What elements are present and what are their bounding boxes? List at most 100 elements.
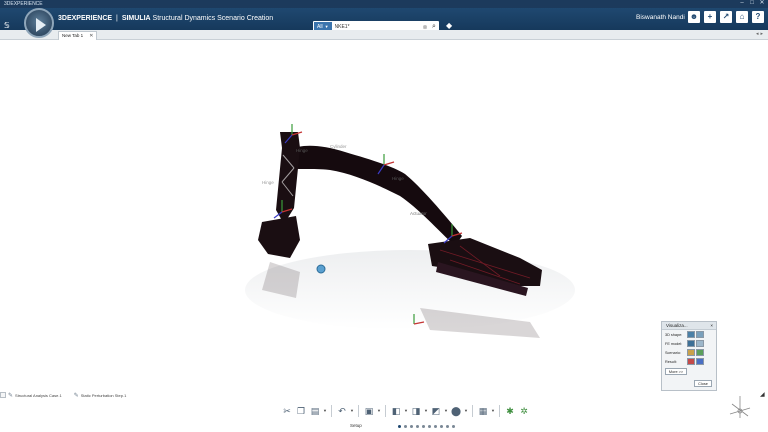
vis-row-scenario: Scenario: xyxy=(662,348,716,357)
action-bar: ✂ ❐ ▤ ▼ ↶ ▼ ▣ ▼ ◧ ▼ ◨ ▼ ◩ ▼ ⬤ ▼ ▦ ▼ ✱ ✲ xyxy=(281,403,530,418)
section-dot[interactable] xyxy=(410,425,413,428)
toolbar-divider xyxy=(385,404,386,417)
product-name: SIMULIA xyxy=(121,15,151,22)
label-cylinder: Cylinder xyxy=(330,144,347,149)
user-name[interactable]: Biswanath Nandi xyxy=(636,8,685,28)
app-window: 3DEXPERIENCE – □ ✕ 𝕊 All ▼ ⊗ ⌕ ◆ 3DEXPER… xyxy=(0,0,768,432)
scenario-style-icon[interactable] xyxy=(696,349,704,356)
section-label: Setup xyxy=(350,423,362,428)
label-hinge-left: Hinge xyxy=(262,180,274,185)
close-icon[interactable]: ✕ xyxy=(89,32,93,40)
fe-visibility-icon[interactable] xyxy=(687,340,695,347)
section-dot[interactable] xyxy=(452,425,455,428)
label-hinge-mid: Hinge xyxy=(392,176,404,181)
vis-row-label: Result: xyxy=(665,359,677,364)
brand-name: 3DEXPERIENCE xyxy=(58,15,113,22)
vis-row-label: 3D shape: xyxy=(665,332,683,337)
compass-icon[interactable] xyxy=(24,8,54,38)
help-icon[interactable]: ? xyxy=(752,11,764,23)
results-icon[interactable]: ✲ xyxy=(518,405,530,417)
chevron-down-icon[interactable]: ▼ xyxy=(350,408,354,413)
add-icon[interactable]: + xyxy=(704,11,716,23)
3d-viewport[interactable]: Hinge Hinge Cylinder Hinge Actuator Visu… xyxy=(0,40,768,418)
section-dot[interactable] xyxy=(446,425,449,428)
label-hinge-top: Hinge xyxy=(296,148,308,153)
chevron-down-icon[interactable]: ▼ xyxy=(491,408,495,413)
copy-icon[interactable]: ❐ xyxy=(295,405,307,417)
chevron-down-icon[interactable]: ▼ xyxy=(464,408,468,413)
mesh-icon[interactable]: ⬤ xyxy=(450,405,462,417)
paste-icon[interactable]: ▤ xyxy=(309,405,321,417)
tab-bar: New Tab 1 ✕ ◂▸ xyxy=(0,30,768,40)
vis-row-label: Scenario: xyxy=(665,350,682,355)
section-dot[interactable] xyxy=(404,425,407,428)
section-dot[interactable] xyxy=(416,425,419,428)
undo-icon[interactable]: ↶ xyxy=(336,405,348,417)
toolbar-divider xyxy=(499,404,500,417)
visualization-panel: Visualiza... × 3D shape: FE model: Scena… xyxy=(661,321,717,391)
more-button[interactable]: More >> xyxy=(665,368,687,375)
vis-row-3d-shape: 3D shape: xyxy=(662,330,716,339)
chevron-down-icon[interactable]: ▼ xyxy=(424,408,428,413)
breadcrumb-label: Structural Analysis Case.1 xyxy=(15,392,62,398)
constraint-icon[interactable]: ◨ xyxy=(410,405,422,417)
os-title-bar: 3DEXPERIENCE – □ ✕ xyxy=(0,0,768,8)
section-dot[interactable] xyxy=(428,425,431,428)
insert-icon[interactable]: ▣ xyxy=(363,405,375,417)
os-window-controls: – □ ✕ xyxy=(738,0,766,8)
boom[interactable] xyxy=(290,145,462,246)
panel-close-icon[interactable]: × xyxy=(710,322,713,329)
vis-row-label: FE model: xyxy=(665,341,683,346)
assembly-icon[interactable]: ◧ xyxy=(390,405,402,417)
shape-visibility-icon[interactable] xyxy=(687,331,695,338)
vis-row-fe-model: FE model: xyxy=(662,339,716,348)
chevron-down-icon[interactable]: ▼ xyxy=(404,408,408,413)
toolbar-divider xyxy=(472,404,473,417)
simulate-icon[interactable]: ✱ xyxy=(504,405,516,417)
chart-icon[interactable]: ▦ xyxy=(477,405,489,417)
chevron-down-icon[interactable]: ▼ xyxy=(444,408,448,413)
breadcrumb-label: Static Perturbation Step.1 xyxy=(80,392,127,398)
result-visibility-icon[interactable] xyxy=(687,358,695,365)
section-dot[interactable] xyxy=(398,425,401,428)
vis-row-result: Result: xyxy=(662,357,716,366)
bucket[interactable] xyxy=(258,216,300,258)
fe-style-icon[interactable] xyxy=(696,340,704,347)
breadcrumb-item-analysis-case[interactable]: ✎ Structural Analysis Case.1 xyxy=(0,392,62,399)
corner-arrow-icon[interactable]: ◢ xyxy=(760,391,765,398)
origin-marker-icon[interactable] xyxy=(316,264,326,274)
edit-icon: ✎ xyxy=(73,392,79,399)
shape-style-icon[interactable] xyxy=(696,331,704,338)
minimize-button[interactable]: – xyxy=(738,0,746,7)
breadcrumb-box-icon xyxy=(0,392,6,398)
edit-icon: ✎ xyxy=(8,392,14,399)
home-icon[interactable]: ⌂ xyxy=(736,11,748,23)
top-right-icons: ☻ + ↗ ⌂ ? xyxy=(688,11,764,23)
share-icon[interactable]: ↗ xyxy=(720,11,732,23)
view-compass-icon[interactable] xyxy=(726,394,754,422)
result-style-icon[interactable] xyxy=(696,358,704,365)
visualization-panel-title: Visualiza... xyxy=(666,323,688,328)
user-icon[interactable]: ☻ xyxy=(688,11,700,23)
visualization-panel-header[interactable]: Visualiza... × xyxy=(662,322,716,330)
chevron-down-icon[interactable]: ▼ xyxy=(377,408,381,413)
cut-icon[interactable]: ✂ xyxy=(281,405,293,417)
os-title: 3DEXPERIENCE xyxy=(4,1,43,7)
close-button[interactable]: Close xyxy=(694,380,712,387)
scenario-visibility-icon[interactable] xyxy=(687,349,695,356)
chevron-down-icon[interactable]: ▼ xyxy=(323,408,327,413)
tab-new-tab-1[interactable]: New Tab 1 ✕ xyxy=(58,31,98,40)
excavator-arm-model[interactable]: Hinge Hinge Cylinder Hinge Actuator xyxy=(0,40,768,392)
connection-icon[interactable]: ◩ xyxy=(430,405,442,417)
section-dot[interactable] xyxy=(422,425,425,428)
close-window-button[interactable]: ✕ xyxy=(758,0,766,7)
section-dot[interactable] xyxy=(434,425,437,428)
breadcrumb: ✎ Structural Analysis Case.1 ✎ Static Pe… xyxy=(0,390,138,400)
section-dot[interactable] xyxy=(440,425,443,428)
breadcrumb-item-step[interactable]: ✎ Static Perturbation Step.1 xyxy=(74,392,127,399)
toolbar-divider xyxy=(358,404,359,417)
tab-scroll-arrows[interactable]: ◂▸ xyxy=(756,31,765,37)
section-bar: Setup xyxy=(0,422,768,432)
maximize-button[interactable]: □ xyxy=(748,0,756,7)
app-name: Structural Dynamics Scenario Creation xyxy=(152,15,274,22)
